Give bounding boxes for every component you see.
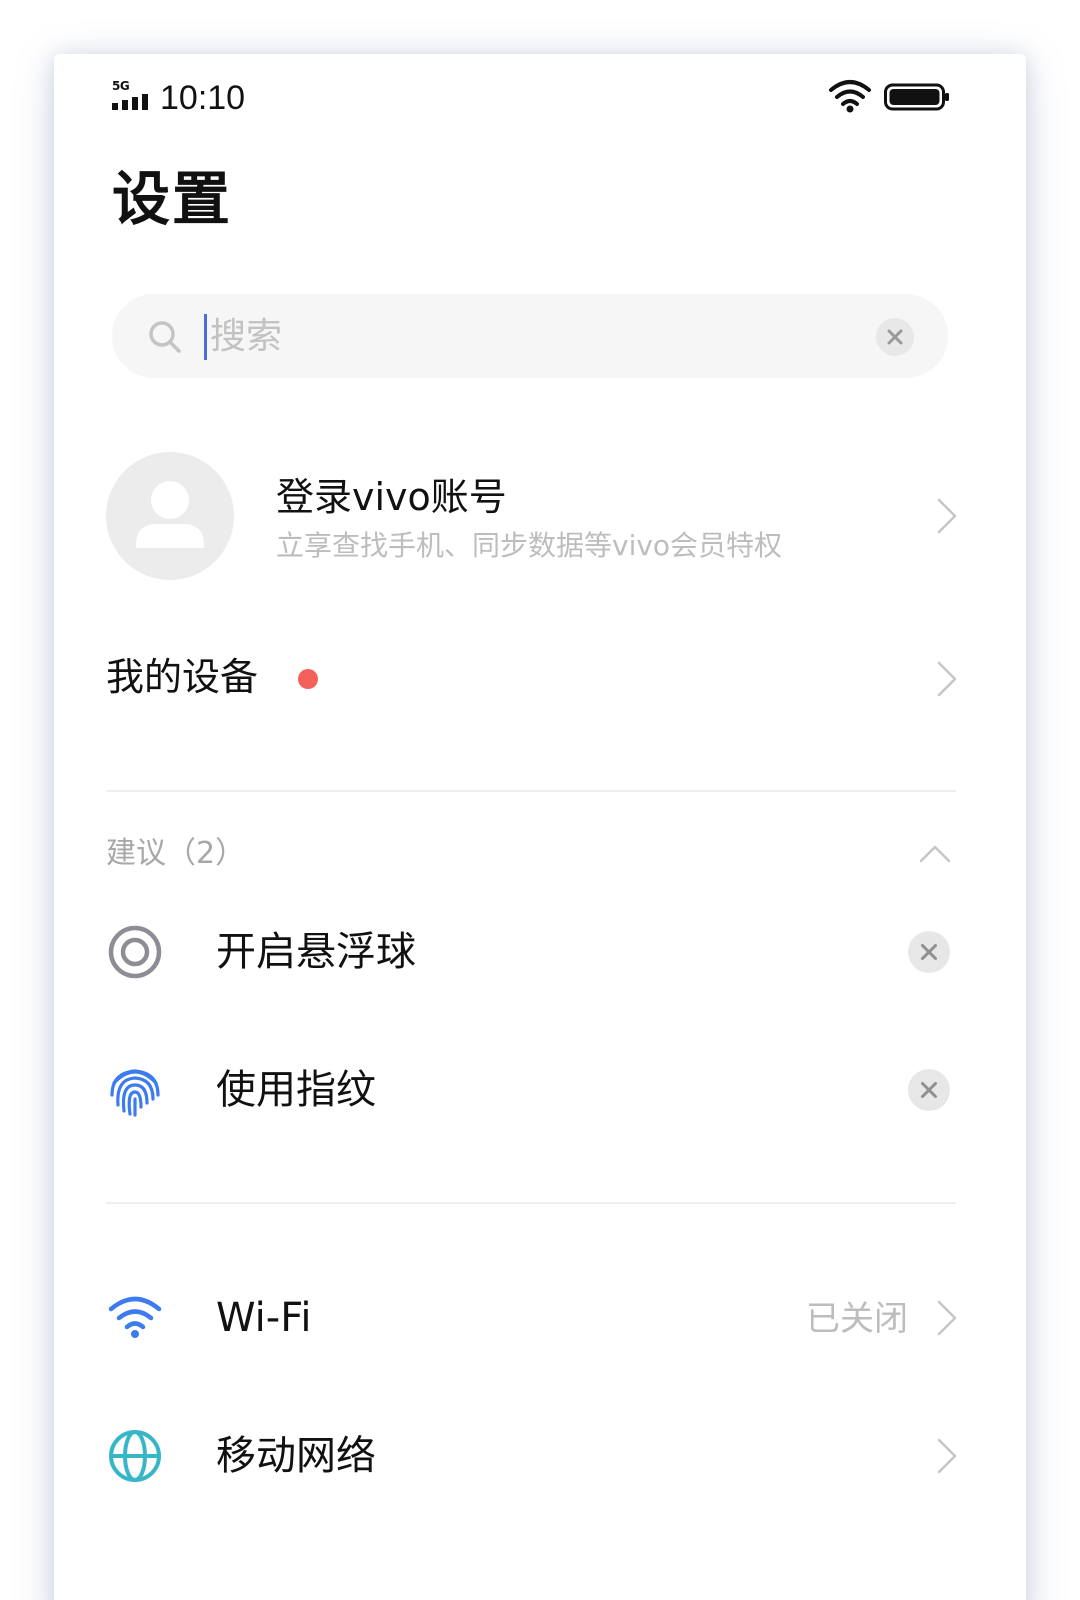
settings-item-mobile-network[interactable]: 移动网络 [106, 1410, 958, 1500]
close-icon [921, 944, 937, 960]
search-input[interactable] [210, 306, 850, 366]
wifi-status-icon [829, 80, 871, 113]
text-caret [204, 314, 207, 360]
account-subtitle: 立享查找手机、同步数据等vivo会员特权 [276, 529, 783, 562]
my-devices-row[interactable]: 我的设备 [106, 644, 958, 714]
chevron-right-icon [937, 661, 957, 697]
user-icon [136, 481, 204, 548]
search-icon [149, 321, 181, 353]
account-title: 登录vivo账号 [276, 475, 507, 519]
avatar [106, 452, 234, 580]
wifi-icon [108, 1296, 162, 1338]
section-divider [106, 1202, 956, 1204]
my-devices-label: 我的设备 [106, 655, 259, 699]
settings-item-wifi[interactable]: Wi-Fi 已关闭 [106, 1272, 958, 1362]
close-icon [887, 329, 903, 345]
dismiss-suggestion-button[interactable] [908, 931, 950, 973]
battery-icon [884, 83, 949, 111]
globe-icon [109, 1430, 161, 1482]
dismiss-suggestion-button[interactable] [908, 1069, 950, 1111]
suggestion-label: 使用指纹 [216, 1067, 376, 1113]
close-icon [921, 1082, 937, 1098]
clock: 10:10 [160, 79, 246, 117]
chevron-right-icon [937, 1438, 957, 1474]
cellular-signal-icon: 5G [112, 80, 156, 114]
network-type-label: 5G [112, 79, 130, 93]
notification-dot [298, 669, 318, 689]
fingerprint-icon [110, 1069, 160, 1117]
account-login-row[interactable]: 登录vivo账号 立享查找手机、同步数据等vivo会员特权 [106, 452, 958, 582]
chevron-up-icon[interactable] [918, 842, 952, 864]
status-bar: 5G 10:10 [112, 76, 952, 122]
suggestion-item-floating-ball[interactable]: 开启悬浮球 [106, 906, 958, 996]
search-bar[interactable] [112, 294, 948, 378]
wifi-status-value: 已关闭 [806, 1299, 908, 1339]
settings-item-label: Wi-Fi [216, 1295, 312, 1341]
chevron-right-icon [937, 498, 957, 534]
floating-ball-icon [108, 925, 162, 979]
settings-item-label: 移动网络 [216, 1433, 376, 1479]
suggestions-header[interactable]: 建议（2） [106, 830, 958, 880]
chevron-right-icon [937, 1300, 957, 1336]
page-title: 设置 [112, 165, 233, 233]
settings-screen: 5G 10:10 设置 搜索 登录vivo账号 立享查找手机、同步数据等vivo… [54, 54, 1026, 1600]
section-divider [106, 790, 956, 792]
search-clear-button[interactable] [876, 318, 914, 356]
suggestions-title: 建议（2） [106, 836, 246, 871]
suggestion-label: 开启悬浮球 [216, 929, 416, 975]
suggestion-item-fingerprint[interactable]: 使用指纹 [106, 1044, 958, 1134]
screen: 5G 10:10 设置 搜索 登录vivo账号 立享查找手机、同步数据等vivo… [0, 0, 1080, 1600]
signal-bars-icon [112, 94, 148, 110]
